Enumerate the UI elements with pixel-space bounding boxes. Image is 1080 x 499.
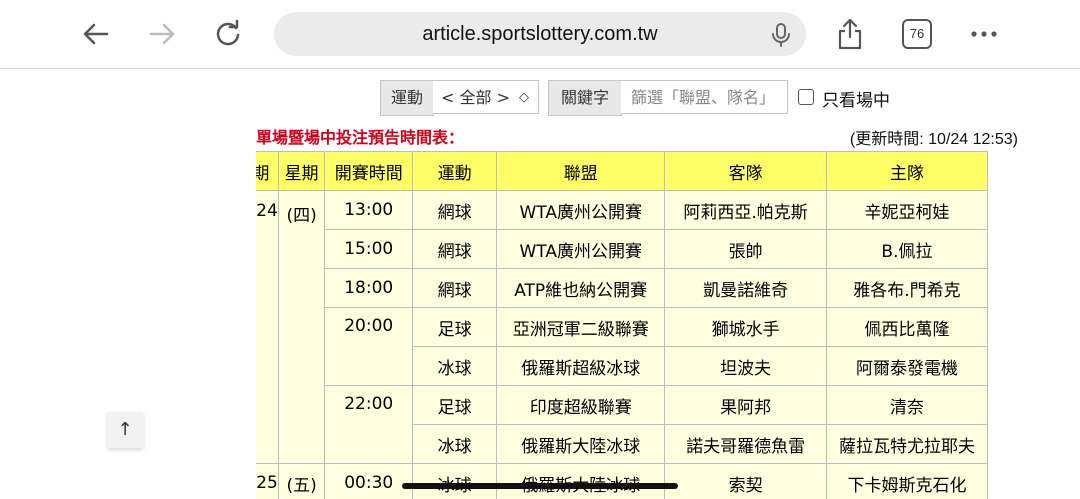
back-arrow-icon: [83, 23, 109, 45]
away-team-cell: 獅城水手: [664, 307, 827, 347]
sport-filter-label: 運動: [380, 80, 434, 116]
only-live-label: 只看場中: [822, 91, 890, 111]
home-team-cell: 下卡姆斯克石化: [825, 463, 989, 499]
header-home-team: 主隊: [825, 151, 989, 191]
sport-cell: 足球: [412, 307, 498, 347]
time-cell: 15:00: [324, 229, 414, 269]
sport-select-value: < 全部 >: [441, 88, 510, 107]
league-cell: WTA廣州公開賽: [496, 190, 666, 230]
home-team-cell: 雅各布.門希克: [825, 268, 989, 308]
weekday-cell: (四): [277, 190, 326, 464]
only-live-checkbox[interactable]: [798, 89, 814, 105]
keyword-input[interactable]: 篩選「聯盟、隊名」: [621, 80, 788, 114]
schedule-table: 日期 星期 開賽時間 運動 聯盟 客隊 主隊 10/24 (四) 13:00 網…: [256, 151, 989, 499]
sport-cell: 足球: [412, 385, 498, 425]
header-start-time: 開賽時間: [324, 151, 414, 191]
league-cell: ATP維也納公開賽: [496, 268, 666, 308]
header-away-team: 客隊: [664, 151, 827, 191]
time-cell: 22:00: [324, 385, 414, 464]
time-cell: 20:00: [324, 307, 414, 386]
schedule-title: 單場暨場中投注預告時間表：: [256, 128, 465, 147]
scroll-to-top-button[interactable]: ↑: [107, 412, 143, 448]
tabs-count-button[interactable]: 76: [902, 19, 932, 49]
browser-toolbar: article.sportslottery.com.tw 76: [0, 0, 1080, 69]
microphone-icon[interactable]: [770, 22, 792, 48]
url-text: article.sportslottery.com.tw: [422, 23, 658, 45]
time-cell: 13:00: [324, 190, 414, 230]
header-league: 聯盟: [496, 151, 666, 191]
home-team-cell: 清奈: [825, 385, 989, 425]
table-row: 22:00 足球 印度超級聯賽 果阿邦 清奈: [256, 385, 989, 464]
home-team-cell: B.佩拉: [825, 229, 989, 269]
more-menu-button[interactable]: [964, 14, 1004, 54]
away-team-cell: 果阿邦: [664, 385, 827, 425]
league-cell: 印度超級聯賽: [496, 385, 666, 425]
sport-cell: 網球: [412, 268, 498, 308]
header-date: 日期: [256, 151, 279, 191]
back-button[interactable]: [76, 14, 116, 54]
table-row: 20:00 足球 亞洲冠軍二級聯賽 獅城水手 佩西比萬隆: [256, 307, 989, 386]
updown-chevron-icon: ◇: [519, 90, 529, 105]
away-team-cell: 凱曼諾維奇: [664, 268, 827, 308]
league-cell: 俄羅斯大陸冰球: [496, 463, 666, 499]
table-row: 18:00 網球 ATP維也納公開賽 凱曼諾維奇 雅各布.門希克: [256, 268, 989, 308]
sport-select[interactable]: < 全部 > ◇: [433, 80, 539, 114]
weekday-cell: (五): [277, 463, 326, 499]
sport-cell: 冰球: [412, 346, 498, 386]
away-team-cell: 張帥: [664, 229, 827, 269]
sport-cell: 網球: [412, 190, 498, 230]
away-team-cell: 坦波夫: [664, 346, 827, 386]
keyword-filter-label: 關鍵字: [548, 80, 622, 116]
header-weekday: 星期: [277, 151, 326, 191]
forward-arrow-icon: [149, 23, 175, 45]
league-cell: 亞洲冠軍二級聯賽: [496, 307, 666, 347]
home-team-cell: 辛妮亞柯娃: [825, 190, 989, 230]
update-time: (更新時間: 10/24 12:53): [849, 131, 1018, 148]
home-indicator-bar[interactable]: [402, 483, 678, 489]
time-cell: 00:30: [324, 463, 414, 499]
away-team-cell: 阿莉西亞.帕克斯: [664, 190, 827, 230]
away-team-cell: 諾夫哥羅德魚雷: [664, 424, 827, 464]
table-header-row: 日期 星期 開賽時間 運動 聯盟 客隊 主隊: [256, 151, 989, 191]
date-cell: 10/25: [256, 463, 279, 499]
sport-cell: 冰球: [412, 463, 498, 499]
home-team-cell: 阿爾泰發電機: [825, 346, 989, 386]
league-cell: 俄羅斯超級冰球: [496, 346, 666, 386]
home-team-cell: 佩西比萬隆: [825, 307, 989, 347]
sport-cell: 網球: [412, 229, 498, 269]
sport-cell: 冰球: [412, 424, 498, 464]
more-dots-icon: [971, 31, 997, 37]
league-cell: 俄羅斯大陸冰球: [496, 424, 666, 464]
header-sport: 運動: [412, 151, 498, 191]
league-cell: WTA廣州公開賽: [496, 229, 666, 269]
table-row: 15:00 網球 WTA廣州公開賽 張帥 B.佩拉: [256, 229, 989, 269]
forward-button[interactable]: [142, 14, 182, 54]
home-team-cell: 薩拉瓦特尤拉耶夫: [825, 424, 989, 464]
table-row: 10/25 (五) 00:30 冰球 俄羅斯大陸冰球 索契 下卡姆斯克石化: [256, 463, 989, 499]
table-row: 10/24 (四) 13:00 網球 WTA廣州公開賽 阿莉西亞.帕克斯 辛妮亞…: [256, 190, 989, 464]
share-button[interactable]: [830, 14, 870, 54]
address-bar[interactable]: article.sportslottery.com.tw: [274, 12, 806, 56]
schedule-table-viewport[interactable]: 日期 星期 開賽時間 運動 聯盟 客隊 主隊 10/24 (四) 13:00 網…: [256, 151, 1018, 499]
date-cell: 10/24: [256, 190, 279, 464]
reload-icon: [216, 19, 240, 46]
time-cell: 18:00: [324, 268, 414, 308]
share-icon: [838, 18, 862, 50]
away-team-cell: 索契: [664, 463, 827, 499]
reload-button[interactable]: [208, 14, 248, 54]
